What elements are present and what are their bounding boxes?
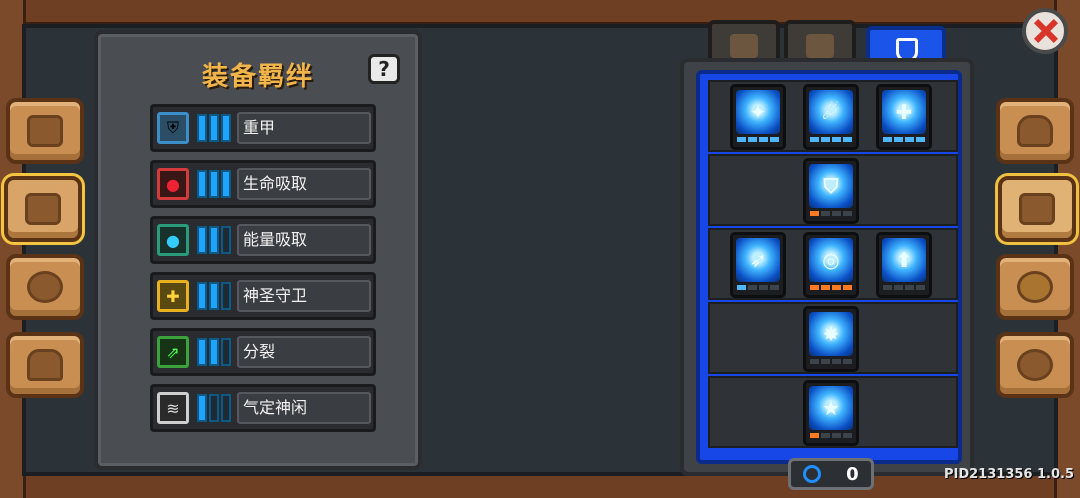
bond-row-heavy-armor[interactable]: ⛨ 重甲 — [150, 104, 376, 152]
settings-gear-icon[interactable] — [996, 332, 1074, 398]
bond-row-holy-guard[interactable]: ✚ 神圣守卫 — [150, 272, 376, 320]
bond-row-life-steal[interactable]: ● 生命吸取 — [150, 160, 376, 208]
sword-tab-icon — [730, 34, 758, 58]
close-icon — [1033, 19, 1057, 43]
help-button[interactable]: ? — [368, 54, 400, 84]
bond-level-bars — [197, 338, 231, 366]
talent-node-impact[interactable]: ☄ — [803, 84, 859, 150]
bond-level-bars — [197, 170, 231, 198]
bond-level-bars — [197, 394, 231, 422]
book-icon[interactable] — [6, 98, 84, 164]
gem-counter: 0 — [788, 458, 874, 490]
energy-steal-icon: ● — [157, 224, 189, 256]
shield-icon: ⛉ — [809, 164, 853, 208]
talent-node-dash[interactable]: ➶ — [730, 232, 786, 298]
shield-up-icon: ⬆ — [882, 238, 926, 282]
calm-icon: ≋ — [157, 392, 189, 424]
weapon-upgrade-icon[interactable] — [998, 176, 1076, 242]
bond-level-bars — [197, 282, 231, 310]
bond-name: 能量吸取 — [237, 224, 371, 256]
gem-icon — [803, 465, 822, 483]
map-icon[interactable] — [4, 176, 82, 242]
talent-node-star-shield[interactable]: ★ — [803, 380, 859, 446]
burst-icon: ✦ — [736, 90, 780, 134]
bond-row-split[interactable]: ⇗ 分裂 — [150, 328, 376, 376]
talent-node-burst[interactable]: ✦ — [730, 84, 786, 150]
talent-tree: ✦ ☄ ✚ ⛉ ➶ ◎ ⬆ ✸ ★ — [696, 70, 962, 464]
talent-node-barrier[interactable]: ◎ — [803, 232, 859, 298]
life-steal-icon: ● — [157, 168, 189, 200]
barrier-icon: ◎ — [809, 238, 853, 282]
frame-top — [0, 0, 1080, 26]
hero-icon[interactable] — [996, 98, 1074, 164]
talent-node-blast[interactable]: ✸ — [803, 306, 859, 372]
talent-panel: ✦ ☄ ✚ ⛉ ➶ ◎ ⬆ ✸ ★ — [680, 58, 974, 476]
talent-node-shield[interactable]: ⛉ — [803, 158, 859, 224]
split-icon: ⇗ — [157, 336, 189, 368]
bond-name: 生命吸取 — [237, 168, 371, 200]
holy-guard-icon: ✚ — [157, 280, 189, 312]
talent-star-icon[interactable] — [996, 254, 1074, 320]
bond-name: 神圣守卫 — [237, 280, 371, 312]
bond-level-bars — [197, 226, 231, 254]
bond-name: 气定神闲 — [237, 392, 371, 424]
heavy-armor-icon: ⛨ — [157, 112, 189, 144]
bond-name: 分裂 — [237, 336, 371, 368]
equipment-bond-panel: 装备羁绊 ? ⛨ 重甲 ● 生命吸取 ● 能量吸取 ✚ 神圣守卫 ⇗ 分裂 ≋ … — [94, 30, 422, 470]
dash-icon: ➶ — [736, 238, 780, 282]
blast-icon: ✸ — [809, 312, 853, 356]
bond-level-bars — [197, 114, 231, 142]
impact-icon: ☄ — [809, 90, 853, 134]
star-shield-icon: ★ — [809, 386, 853, 430]
crown-tab-icon — [806, 34, 834, 58]
bond-row-calm[interactable]: ≋ 气定神闲 — [150, 384, 376, 432]
heal-plus-icon: ✚ — [882, 90, 926, 134]
gem-count: 0 — [846, 463, 859, 485]
talent-node-heal[interactable]: ✚ — [876, 84, 932, 150]
bond-row-energy-steal[interactable]: ● 能量吸取 — [150, 216, 376, 264]
talent-node-shield-up[interactable]: ⬆ — [876, 232, 932, 298]
bond-name: 重甲 — [237, 112, 371, 144]
helmet-icon[interactable] — [6, 332, 84, 398]
close-button[interactable] — [1022, 8, 1068, 54]
pet-icon[interactable] — [6, 254, 84, 320]
version-label: PID2131356 1.0.5 — [943, 467, 1074, 482]
